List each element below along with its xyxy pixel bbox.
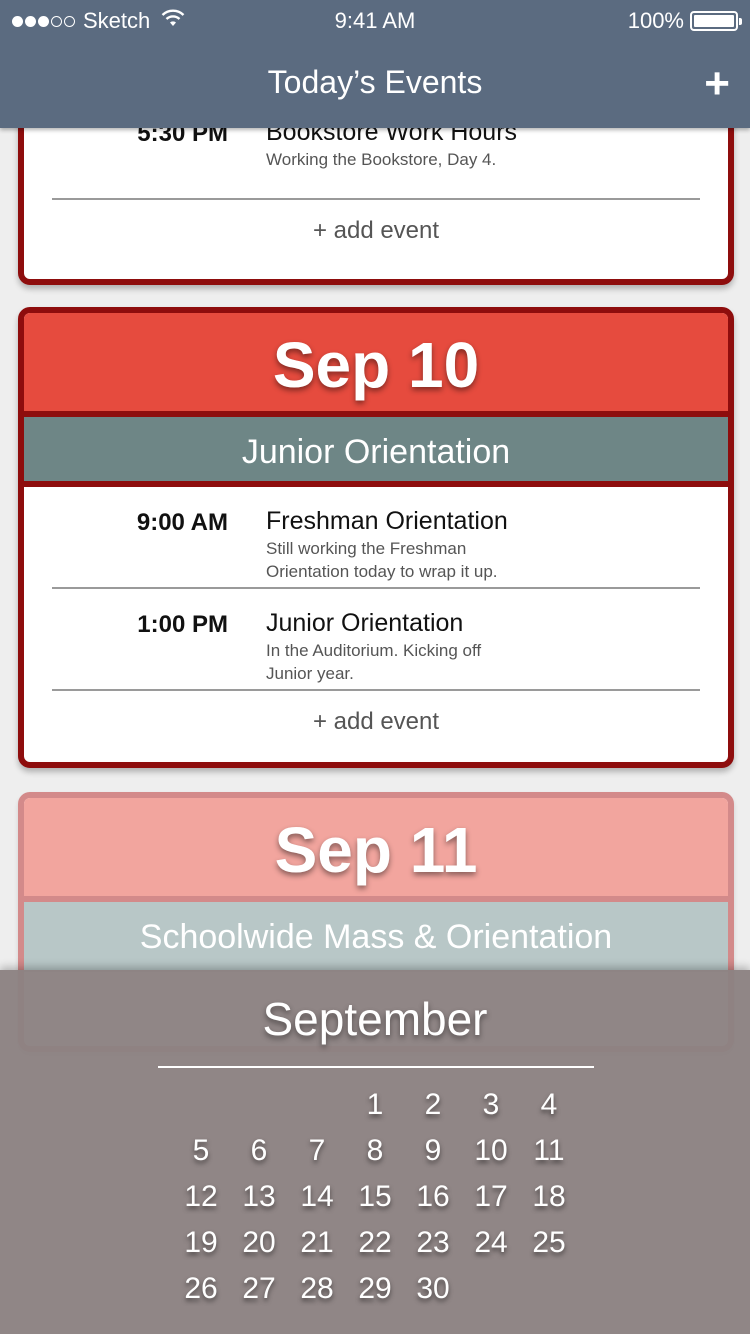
- calendar-day[interactable]: 22: [346, 1224, 404, 1270]
- event-title: Freshman Orientation: [266, 507, 508, 535]
- add-event-button[interactable]: + add event: [24, 691, 728, 751]
- calendar-day[interactable]: 2: [404, 1086, 462, 1132]
- add-event-button[interactable]: + add event: [24, 200, 728, 260]
- battery-percent: 100%: [627, 8, 684, 33]
- event-description: Still working the Freshman Orientation t…: [266, 539, 498, 581]
- calendar-day[interactable]: 23: [404, 1224, 462, 1270]
- month-calendar: September 1 2 3 4 5 6 7 8 9 10 11 12 13 14 15 16 17 18 19 2…: [0, 970, 750, 1334]
- calendar-day[interactable]: 20: [230, 1224, 288, 1270]
- calendar-day[interactable]: 13: [230, 1178, 288, 1224]
- calendar-day[interactable]: 28: [288, 1270, 346, 1316]
- calendar-day-grid: 1 2 3 4 5 6 7 8 9 10 11 12 13 14 15 16 17 18 19 20 21 22 23 24 2…: [172, 1086, 578, 1316]
- day-subtitle: Schoolwide Mass & Orientation: [24, 902, 728, 972]
- event-time: 9:00 AM: [136, 509, 228, 536]
- event-description: Working the Bookstore, Day 4.: [266, 150, 497, 169]
- calendar-month-title: September: [262, 993, 488, 1045]
- add-event-plus-button[interactable]: +: [704, 62, 730, 106]
- day-card: Sep 10 Junior Orientation 9:00 AM Freshm…: [18, 307, 734, 768]
- calendar-day[interactable]: 16: [404, 1178, 462, 1224]
- calendar-day[interactable]: 10: [462, 1132, 520, 1178]
- page-title: Today’s Events: [267, 64, 483, 100]
- calendar-day[interactable]: 9: [404, 1132, 462, 1178]
- status-bar: Sketch 9:41 AM 100%: [0, 0, 750, 40]
- calendar-day[interactable]: 19: [172, 1224, 230, 1270]
- day-date-banner[interactable]: Sep 11: [24, 798, 728, 902]
- battery-icon: [690, 11, 742, 31]
- calendar-day[interactable]: 29: [346, 1270, 404, 1316]
- calendar-day[interactable]: 25: [520, 1224, 578, 1270]
- day-subtitle: Junior Orientation: [24, 417, 728, 487]
- calendar-empty-cell: [172, 1086, 230, 1132]
- calendar-day[interactable]: 12: [172, 1178, 230, 1224]
- calendar-day[interactable]: 3: [462, 1086, 520, 1132]
- calendar-day[interactable]: 4: [520, 1086, 578, 1132]
- event-title: Junior Orientation: [266, 609, 464, 637]
- event-time: 1:00 PM: [137, 611, 228, 638]
- calendar-day[interactable]: 14: [288, 1178, 346, 1224]
- event-row[interactable]: 1:00 PM Junior Orientation In the Audito…: [52, 589, 700, 691]
- calendar-day[interactable]: 27: [230, 1270, 288, 1316]
- calendar-day[interactable]: 24: [462, 1224, 520, 1270]
- calendar-empty-cell: [288, 1086, 346, 1132]
- day-date-banner[interactable]: Sep 10: [24, 313, 728, 417]
- event-row[interactable]: 9:00 AM Freshman Orientation Still worki…: [52, 487, 700, 589]
- calendar-day[interactable]: 26: [172, 1270, 230, 1316]
- calendar-day[interactable]: 7: [288, 1132, 346, 1178]
- event-description: In the Auditorium. Kicking off Junior ye…: [266, 641, 482, 683]
- calendar-day[interactable]: 18: [520, 1178, 578, 1224]
- calendar-day[interactable]: 11: [520, 1132, 578, 1178]
- calendar-day[interactable]: 30: [404, 1270, 462, 1316]
- calendar-day[interactable]: 17: [462, 1178, 520, 1224]
- calendar-day[interactable]: 21: [288, 1224, 346, 1270]
- calendar-day[interactable]: 5: [172, 1132, 230, 1178]
- calendar-empty-cell: [230, 1086, 288, 1132]
- calendar-day[interactable]: 8: [346, 1132, 404, 1178]
- calendar-day[interactable]: 1: [346, 1086, 404, 1132]
- calendar-day[interactable]: 6: [230, 1132, 288, 1178]
- calendar-day[interactable]: 15: [346, 1178, 404, 1224]
- navigation-bar: Sketch 9:41 AM 100% Today’s Events +: [0, 0, 750, 128]
- calendar-divider: [158, 1066, 594, 1068]
